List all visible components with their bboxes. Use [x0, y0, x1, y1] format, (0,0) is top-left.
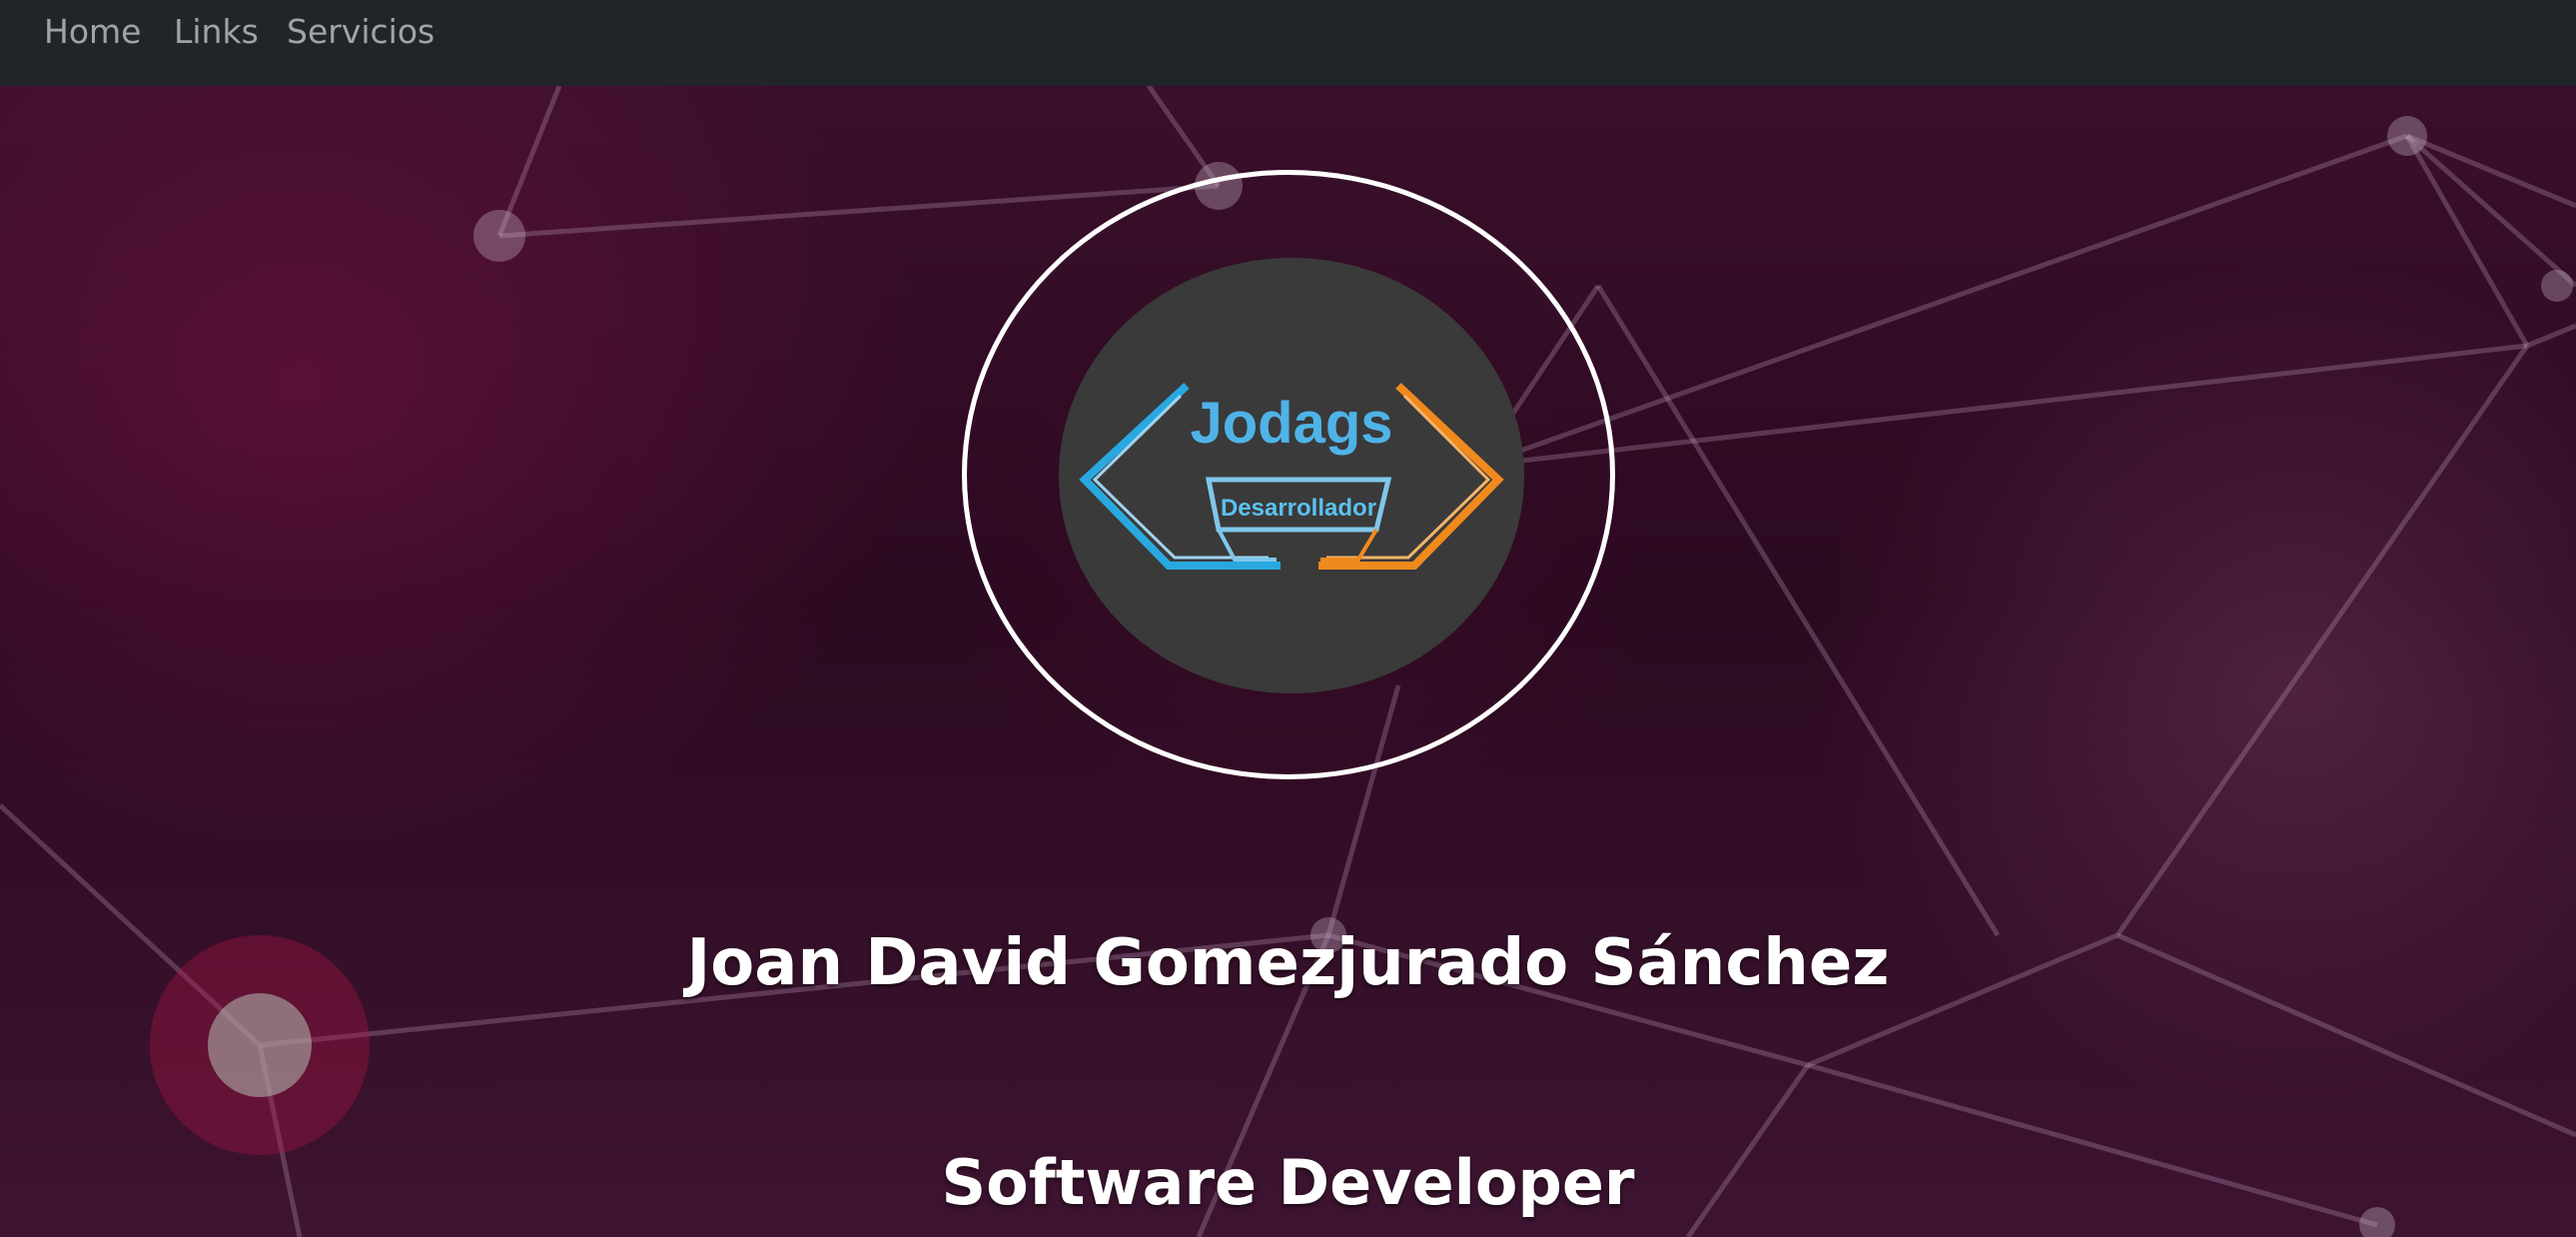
nav-link-home[interactable]: Home: [44, 12, 141, 52]
hero-section: Jodags Desarrollador Joan David Gomezjur…: [0, 86, 2576, 1237]
brand-logo: Jodags Desarrollador: [1059, 258, 1524, 693]
brand-logo-graphic: Jodags Desarrollador: [1079, 383, 1504, 570]
role-heading: Software Developer: [941, 1146, 1635, 1219]
person-name-heading: Joan David Gomezjurado Sánchez: [686, 926, 1890, 1000]
logo-brand-text: Jodags: [1190, 391, 1392, 456]
logo-subtitle-text: Desarrollador: [1221, 495, 1376, 522]
nav-link-links[interactable]: Links: [174, 12, 259, 52]
top-navbar: Home Links Servicios: [0, 0, 2576, 86]
nav-link-servicios[interactable]: Servicios: [287, 12, 434, 52]
